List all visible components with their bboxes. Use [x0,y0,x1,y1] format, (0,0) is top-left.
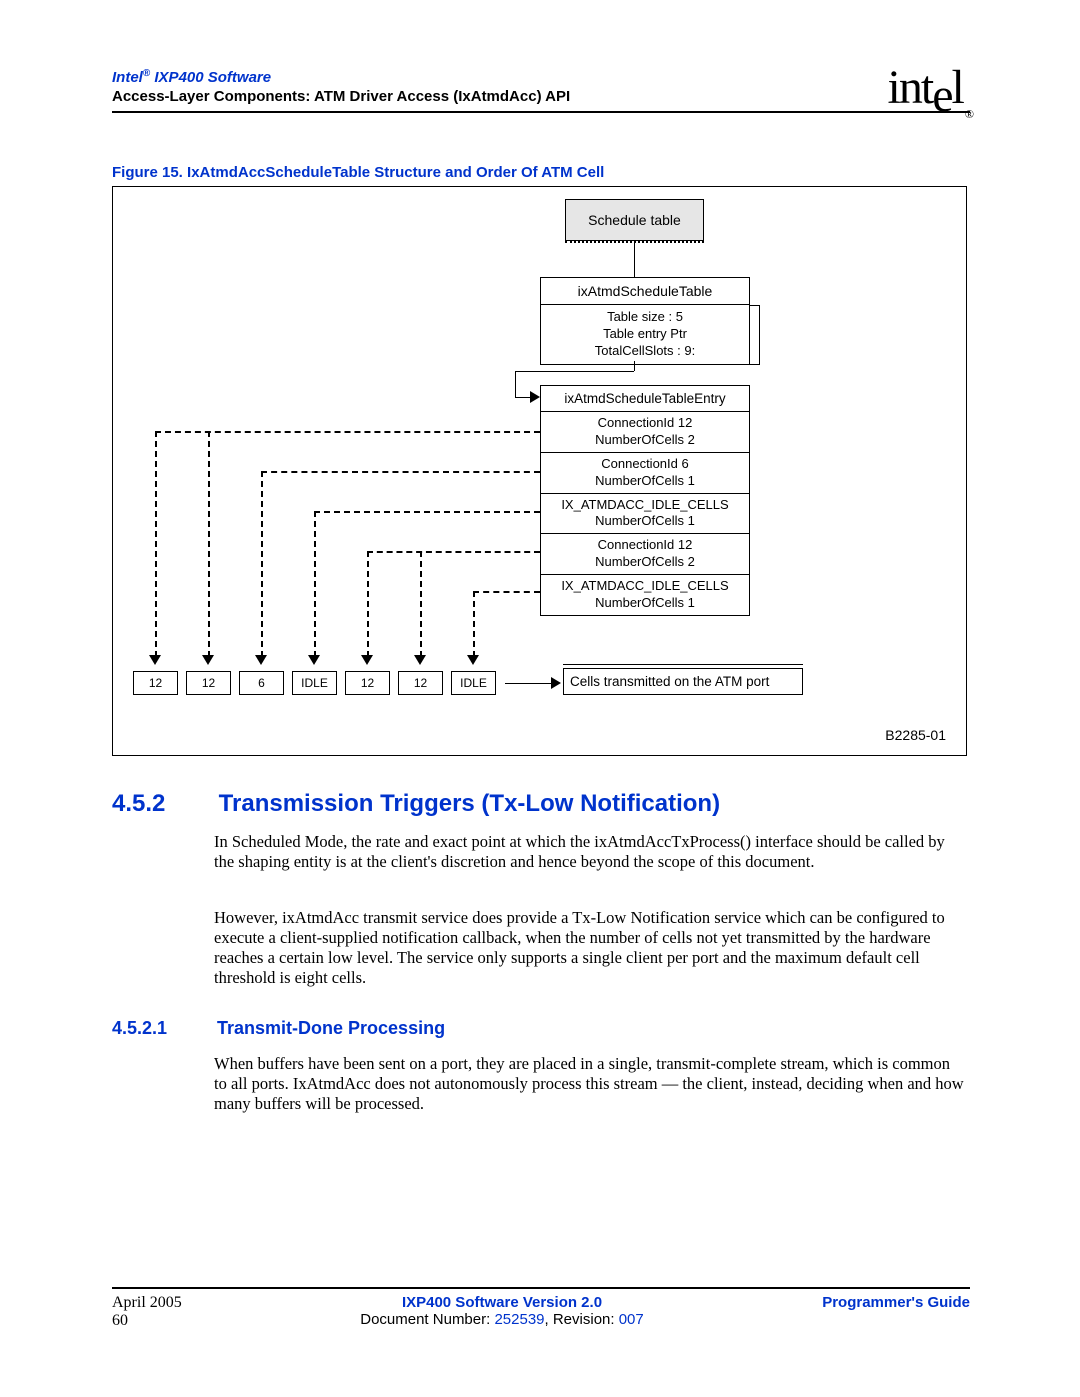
dash-connector [420,551,422,657]
cell: IDLE [451,671,496,695]
cell: 6 [239,671,284,695]
arrowhead-down [202,655,214,665]
schedule-table-struct: ixAtmdScheduleTable Table size : 5 Table… [540,277,750,365]
cell: 12 [345,671,390,695]
entry-conn-id: IX_ATMDACC_IDLE_CELLS [543,497,747,514]
page-header: Intel® IXP400 Software Access-Layer Comp… [112,68,970,113]
cell: 12 [398,671,443,695]
entry-row: IX_ATMDACC_IDLE_CELLS NumberOfCells 1 [540,575,750,616]
footer-center: IXP400 Software Version 2.0 Document Num… [360,1294,644,1330]
product-line: Intel® IXP400 Software [112,68,570,86]
schedule-table-box: Schedule table [565,199,704,241]
schedule-table-label: Schedule table [588,212,681,228]
cells-transmitted-box: Cells transmitted on the ATM port [563,668,803,695]
cell: 12 [133,671,178,695]
cell: IDLE [292,671,337,695]
section-number: 4.5.2 [112,790,212,818]
entry-conn-id: ConnectionId 12 [543,537,747,554]
chapter-subtitle: Access-Layer Components: ATM Driver Acce… [112,88,570,105]
entry-struct-name: ixAtmdScheduleTableEntry [540,385,750,412]
dash-connector [208,431,210,657]
entry-row: ConnectionId 6 NumberOfCells 1 [540,453,750,494]
footer-left: April 2005 60 [112,1294,182,1330]
dash-connector [473,591,475,657]
diagram-reference-id: B2285-01 [885,727,946,743]
schedule-entry-stack: ixAtmdScheduleTableEntry ConnectionId 12… [540,385,750,616]
revision-number: 007 [619,1311,644,1328]
entry-row: ConnectionId 12 NumberOfCells 2 [540,412,750,453]
entry-conn-id: IX_ATMDACC_IDLE_CELLS [543,578,747,595]
total-cell-slots: TotalCellSlots : 9: [543,343,747,360]
paragraph: In Scheduled Mode, the rate and exact po… [214,832,966,872]
dash-connector [155,431,540,433]
cell-strip: 12 12 6 IDLE 12 12 IDLE [133,671,504,695]
schedule-table-name: ixAtmdScheduleTable [540,277,750,305]
paragraph: When buffers have been sent on a port, t… [214,1054,966,1114]
connector-line [634,243,635,277]
page-footer: April 2005 60 IXP400 Software Version 2.… [112,1287,970,1330]
footer-document-line: Document Number: 252539, Revision: 007 [360,1311,644,1328]
entry-row: IX_ATMDACC_IDLE_CELLS NumberOfCells 1 [540,494,750,535]
arrowhead-down [361,655,373,665]
entry-row: ConnectionId 12 NumberOfCells 2 [540,534,750,575]
arrowhead-down [255,655,267,665]
arrowhead-down [467,655,479,665]
entry-num-cells: NumberOfCells 2 [543,554,747,571]
cells-transmitted-label: Cells transmitted on the ATM port [570,674,769,689]
footer-version: IXP400 Software Version 2.0 [360,1294,644,1311]
arrowhead-right [551,677,561,689]
docnum-prefix: Document Number: [360,1311,494,1328]
connector-line [515,371,516,397]
dash-connector [314,511,316,657]
footer-date: April 2005 [112,1294,182,1312]
schedule-table-details: Table size : 5 Table entry Ptr TotalCell… [540,305,750,365]
table-side-bar [750,305,760,365]
dash-connector [473,591,540,593]
connector-line [505,683,555,684]
section-heading-4-5-2: 4.5.2 Transmission Triggers (Tx-Low Noti… [112,790,720,818]
arrowhead-down [308,655,320,665]
table-entry-ptr: Table entry Ptr [543,326,747,343]
dash-connector [367,551,540,553]
connector-line [515,371,634,372]
cells-tx-top-rule [563,664,803,665]
section-heading-4-5-2-1: 4.5.2.1 Transmit-Done Processing [112,1018,445,1039]
connector-line [634,361,635,371]
section-title: Transmission Triggers (Tx-Low Notificati… [219,790,720,817]
product-suffix: IXP400 Software [150,69,271,86]
entry-num-cells: NumberOfCells 2 [543,432,747,449]
rev-prefix: , Revision: [545,1311,619,1328]
header-text-block: Intel® IXP400 Software Access-Layer Comp… [112,68,570,105]
entry-num-cells: NumberOfCells 1 [543,473,747,490]
arrowhead-right [530,391,540,403]
cell: 12 [186,671,231,695]
entry-num-cells: NumberOfCells 1 [543,513,747,530]
arrowhead-down [149,655,161,665]
section-title: Transmit-Done Processing [217,1018,445,1038]
footer-page-number: 60 [112,1312,182,1330]
figure-diagram: Schedule table ixAtmdScheduleTable Table… [112,186,967,756]
footer-guide-label: Programmer's Guide [822,1294,970,1330]
dash-connector [155,431,157,657]
dash-connector [367,551,369,657]
product-name: Intel [112,69,143,86]
entry-num-cells: NumberOfCells 1 [543,595,747,612]
dash-connector [261,471,263,657]
dash-connector [314,511,540,513]
section-number: 4.5.2.1 [112,1018,212,1039]
intel-logo: intel® [888,60,970,118]
paragraph: However, ixAtmdAcc transmit service does… [214,908,966,989]
dash-connector [261,471,540,473]
arrowhead-down [414,655,426,665]
logo-registered-mark: ® [965,107,972,121]
figure-caption: Figure 15. IxAtmdAccScheduleTable Struct… [112,164,604,181]
table-size: Table size : 5 [543,309,747,326]
entry-conn-id: ConnectionId 12 [543,415,747,432]
document-number: 252539 [494,1311,544,1328]
entry-conn-id: ConnectionId 6 [543,456,747,473]
